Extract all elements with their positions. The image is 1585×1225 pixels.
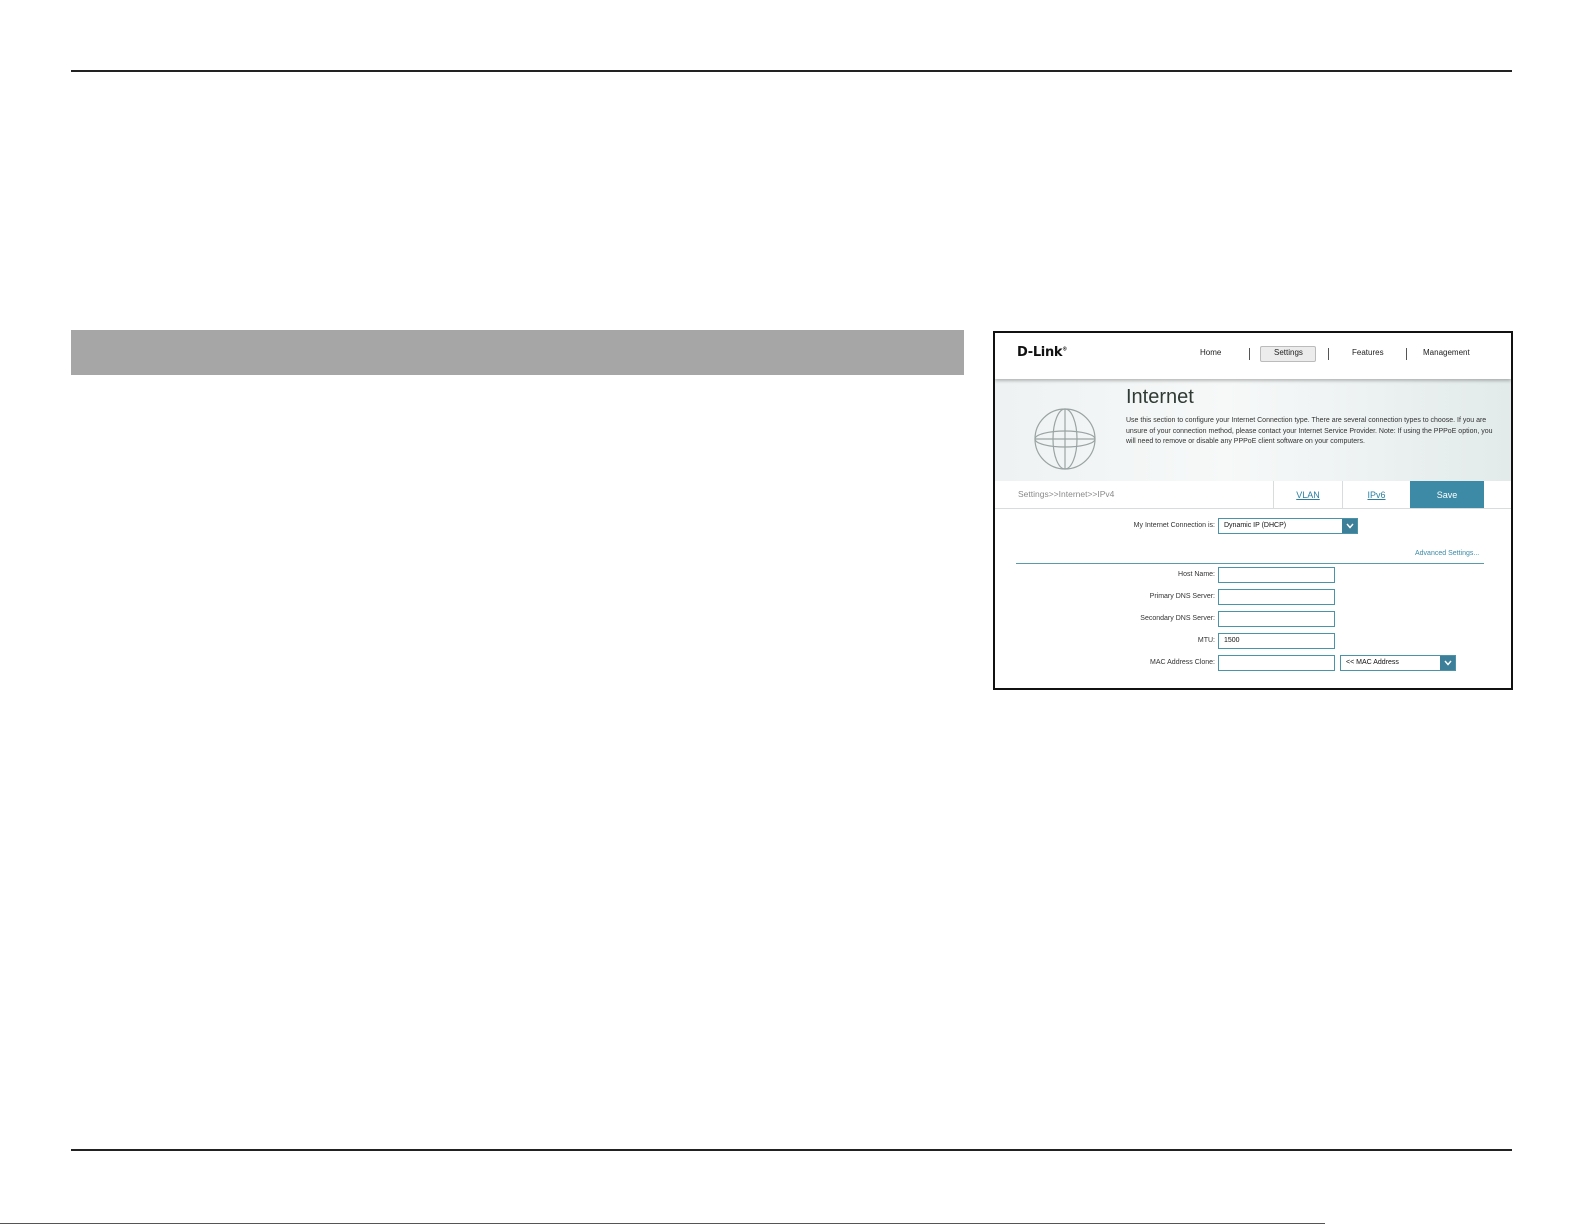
nav-separator (1328, 348, 1329, 360)
bottom-rule (71, 1149, 1512, 1151)
globe-icon (1034, 408, 1096, 470)
top-navigation-bar: D-Link® Home Settings Features Managemen… (995, 333, 1511, 379)
mac-address-select-value: << MAC Address (1346, 659, 1399, 666)
breadcrumb: Settings>>Internet>>IPv4 (1018, 489, 1115, 499)
mac-clone-input[interactable] (1218, 655, 1335, 671)
nav-settings[interactable]: Settings (1274, 348, 1303, 357)
advanced-settings-link[interactable]: Advanced Settings... (1415, 550, 1479, 557)
host-name-label: Host Name: (1178, 571, 1215, 578)
save-button[interactable]: Save (1410, 481, 1484, 508)
connection-type-label: My Internet Connection is: (1133, 522, 1215, 529)
mac-clone-label: MAC Address Clone: (1150, 659, 1215, 666)
router-screenshot: D-Link® Home Settings Features Managemen… (993, 331, 1513, 690)
vlan-link[interactable]: VLAN (1273, 481, 1342, 508)
breadcrumb-bar: Settings>>Internet>>IPv4 VLAN IPv6 Save (995, 481, 1511, 509)
chevron-down-icon (1440, 656, 1455, 670)
footer-line (0, 1223, 1325, 1224)
nav-separator (1249, 348, 1250, 360)
ipv6-link[interactable]: IPv6 (1342, 481, 1410, 508)
page-title: Internet (1126, 386, 1194, 408)
section-divider (1016, 563, 1484, 564)
top-rule (71, 70, 1512, 72)
section-header-bar (71, 330, 964, 375)
nav-features[interactable]: Features (1352, 348, 1384, 357)
nav-home[interactable]: Home (1200, 348, 1221, 357)
nav-separator (1406, 348, 1407, 360)
connection-type-value: Dynamic IP (DHCP) (1224, 522, 1287, 529)
primary-dns-input[interactable] (1218, 589, 1335, 605)
mtu-input[interactable]: 1500 (1218, 633, 1335, 649)
chevron-down-icon (1342, 519, 1357, 533)
page-hero: Internet Use this section to configure y… (995, 379, 1511, 482)
page-description: Use this section to configure your Inter… (1126, 417, 1493, 445)
secondary-dns-input[interactable] (1218, 611, 1335, 627)
mac-address-select[interactable]: << MAC Address (1340, 655, 1456, 671)
secondary-dns-label: Secondary DNS Server: (1140, 615, 1215, 622)
dlink-logo: D-Link® (1017, 345, 1067, 360)
mtu-label: MTU: (1197, 637, 1215, 644)
nav-management[interactable]: Management (1423, 348, 1470, 357)
host-name-input[interactable] (1218, 567, 1335, 583)
primary-dns-label: Primary DNS Server: (1149, 593, 1215, 600)
connection-type-select[interactable]: Dynamic IP (DHCP) (1218, 518, 1358, 534)
